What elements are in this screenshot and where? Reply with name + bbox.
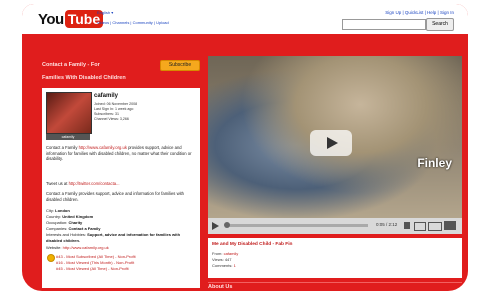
description-prefix: Contact a Family [46,145,79,150]
username[interactable]: cafamily [94,93,118,99]
comments-label: Comments: [212,263,234,268]
video-info: Me and My Disabled Child - Fab Fin From:… [208,238,462,278]
field-interests: Interests and Hobbies: Support, advice a… [46,232,196,243]
field-companies: Companies: Contact a Family [46,226,196,231]
user-links[interactable]: Sign Up | QuickList | Help | Sign In [385,10,454,15]
field-city: City: London [46,208,196,213]
field-label: City: [46,208,56,213]
field-label: Interests and Hobbies: [46,232,88,237]
channel-subtitle: Families With Disabled Children [42,75,126,81]
award-item[interactable]: #16 - Most Viewed (This Month) - Non-Pro… [56,260,134,265]
channel-title: Contact a Family - For [42,62,100,68]
field-label: Website: [46,245,63,250]
youtube-logo[interactable]: You Tube [38,9,104,29]
twitter-prefix: Tweet us at [46,181,69,186]
time-display: 0:05 / 2:12 [376,222,398,227]
video-title[interactable]: Me and My Disabled Child - Fab Fin [212,242,293,247]
field-value: Charity [68,220,83,225]
subscriber-count: Subscribers: 31 [94,112,119,116]
profile-box: cafamily cafamily Joined: 06 November 20… [42,88,200,288]
description-secondary: Contact a Family provides support, advic… [46,191,185,202]
main-nav-links[interactable]: Videos | Channels | Community | Upload [97,20,169,25]
top-bar: You Tube English ▾ Videos | Channels | C… [22,4,468,34]
seek-bar[interactable] [226,224,368,227]
description-link[interactable]: http://www.cafamily.org.uk [79,145,127,150]
from-link[interactable]: cafamily [224,251,239,256]
award-item[interactable]: #43 - Most Subscribed (All Time) - Non-P… [56,254,136,259]
seek-handle[interactable] [224,222,230,228]
field-website: Website: http://www.cafamily.org.uk [46,245,196,250]
joined-date: Joined: 06 November 2008 [94,102,138,106]
player-controls: 0:05 / 2:12 [208,218,462,234]
video-player[interactable]: Finley 0:05 / 2:12 [208,56,462,234]
last-sign-in: Last Sign In: 1 week ago [94,107,134,111]
video-from: From: cafamily [212,251,238,256]
fullscreen-icon[interactable] [444,221,456,230]
play-icon[interactable] [212,222,219,230]
video-views: Views: 447 [212,257,232,262]
comments-count[interactable]: 1 [234,263,236,268]
volume-icon[interactable] [404,222,410,229]
field-value: London [55,208,70,213]
from-label: From: [212,251,224,256]
search-input[interactable] [342,19,426,30]
video-overlay-text: Finley [417,156,452,170]
field-label: Country: [46,214,63,219]
divider [208,282,462,283]
field-label: Companies: [46,226,69,231]
popout-icon[interactable] [428,222,442,231]
play-button[interactable] [310,130,352,156]
channel-description: Contact a Family http://www.cafamily.org… [46,145,196,162]
field-country: Country: United Kingdom [46,214,196,219]
about-heading: About Us [208,284,233,290]
website-link[interactable]: http://www.cafamily.org.uk [63,245,109,250]
avatar-caption: cafamily [46,134,90,140]
twitter-line: Tweet us at http://twitter.com/contacta.… [46,181,196,187]
field-occupation: Occupation: Charity [46,220,196,225]
award-icon [47,254,55,262]
award-item[interactable]: #45 - Most Viewed (All Time) - Non-Profi… [56,266,129,271]
avatar[interactable] [46,92,92,134]
search-button[interactable]: Search [426,18,454,31]
subscribe-button[interactable]: Subscribe [160,60,200,71]
video-comments: Comments: 1 [212,263,236,268]
field-value: Contact a Family [68,226,101,231]
language-selector[interactable]: English ▾ [97,10,113,15]
twitter-link[interactable]: http://twitter.com/contacta... [69,181,120,186]
logo-you: You [38,10,64,28]
field-value: United Kingdom [62,214,94,219]
channel-page: You Tube English ▾ Videos | Channels | C… [22,4,468,291]
channel-views: Channel Views: 3,266 [94,117,129,121]
field-label: Occupation: [46,220,69,225]
quality-icon[interactable] [414,222,426,231]
